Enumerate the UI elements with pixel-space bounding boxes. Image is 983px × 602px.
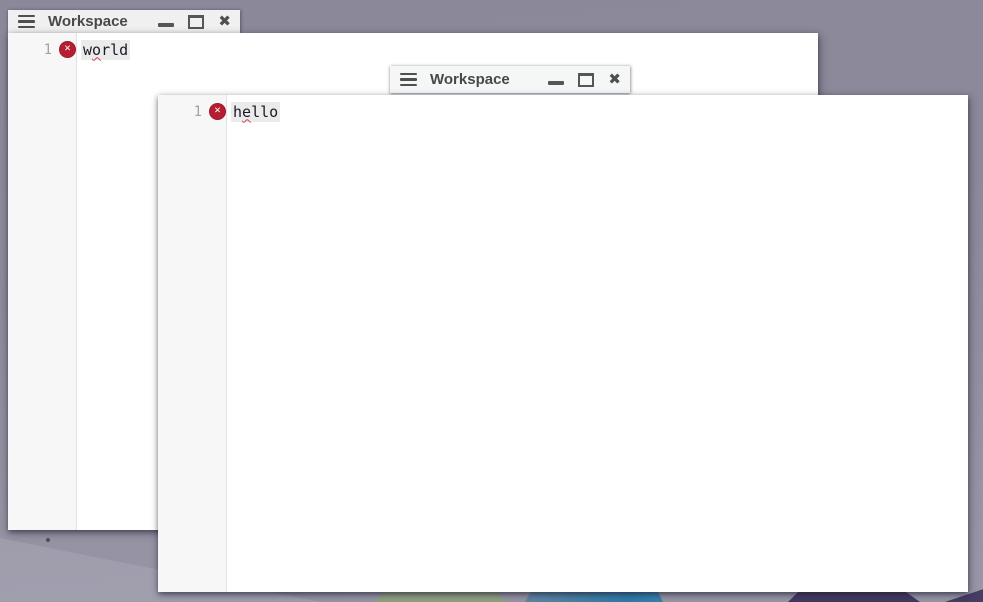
error-x-glyph: ✕ — [214, 107, 221, 116]
close-icon: ✖ — [218, 14, 231, 29]
menu-icon-bar — [400, 73, 417, 76]
wallpaper-speck — [46, 538, 50, 542]
hamburger-menu-icon[interactable] — [400, 73, 417, 87]
line-number-gutter — [158, 95, 227, 592]
window-title: Workspace — [430, 71, 548, 88]
editor-area[interactable]: 1 ✕ hello — [158, 95, 968, 592]
code-segment: w — [83, 41, 92, 59]
menu-icon-bar — [400, 84, 417, 87]
code-segment: rld — [101, 41, 128, 59]
code-error-segment: o — [92, 41, 101, 59]
maximize-icon — [188, 15, 204, 29]
minimize-button[interactable] — [548, 74, 564, 86]
minimize-icon — [158, 23, 174, 28]
editor-line: 1 ✕ hello — [158, 101, 968, 122]
error-icon[interactable]: ✕ — [59, 41, 76, 58]
close-icon: ✖ — [608, 72, 621, 87]
editor-line: 1 ✕ world — [8, 39, 818, 60]
code-text: world — [81, 40, 130, 60]
minimize-button[interactable] — [158, 16, 174, 28]
maximize-icon — [578, 73, 594, 87]
menu-icon-bar — [18, 26, 35, 29]
code-segment: llo — [251, 103, 278, 121]
minimize-icon — [548, 81, 564, 86]
desktop: { "desktop": { "background_color": "#8e8… — [0, 0, 983, 602]
menu-icon-bar — [18, 20, 35, 23]
close-button[interactable]: ✖ — [218, 14, 231, 29]
line-number-gutter — [8, 33, 77, 530]
hamburger-menu-icon[interactable] — [18, 15, 35, 29]
maximize-button[interactable] — [578, 73, 594, 87]
code-error-segment: e — [242, 103, 251, 121]
window-title: Workspace — [48, 13, 158, 30]
code-segment: h — [233, 103, 242, 121]
error-x-glyph: ✕ — [64, 45, 71, 54]
maximize-button[interactable] — [188, 15, 204, 29]
line-number: 1 — [158, 104, 202, 120]
line-number: 1 — [8, 42, 52, 58]
menu-icon-bar — [18, 15, 35, 18]
titlebar[interactable]: Workspace ✖ — [8, 10, 240, 33]
menu-icon-bar — [400, 78, 417, 81]
titlebar[interactable]: Workspace ✖ — [390, 66, 630, 93]
window-controls: ✖ — [158, 14, 231, 29]
window-controls: ✖ — [548, 72, 621, 87]
error-icon[interactable]: ✕ — [209, 103, 226, 120]
code-text: hello — [231, 102, 280, 122]
close-button[interactable]: ✖ — [608, 72, 621, 87]
